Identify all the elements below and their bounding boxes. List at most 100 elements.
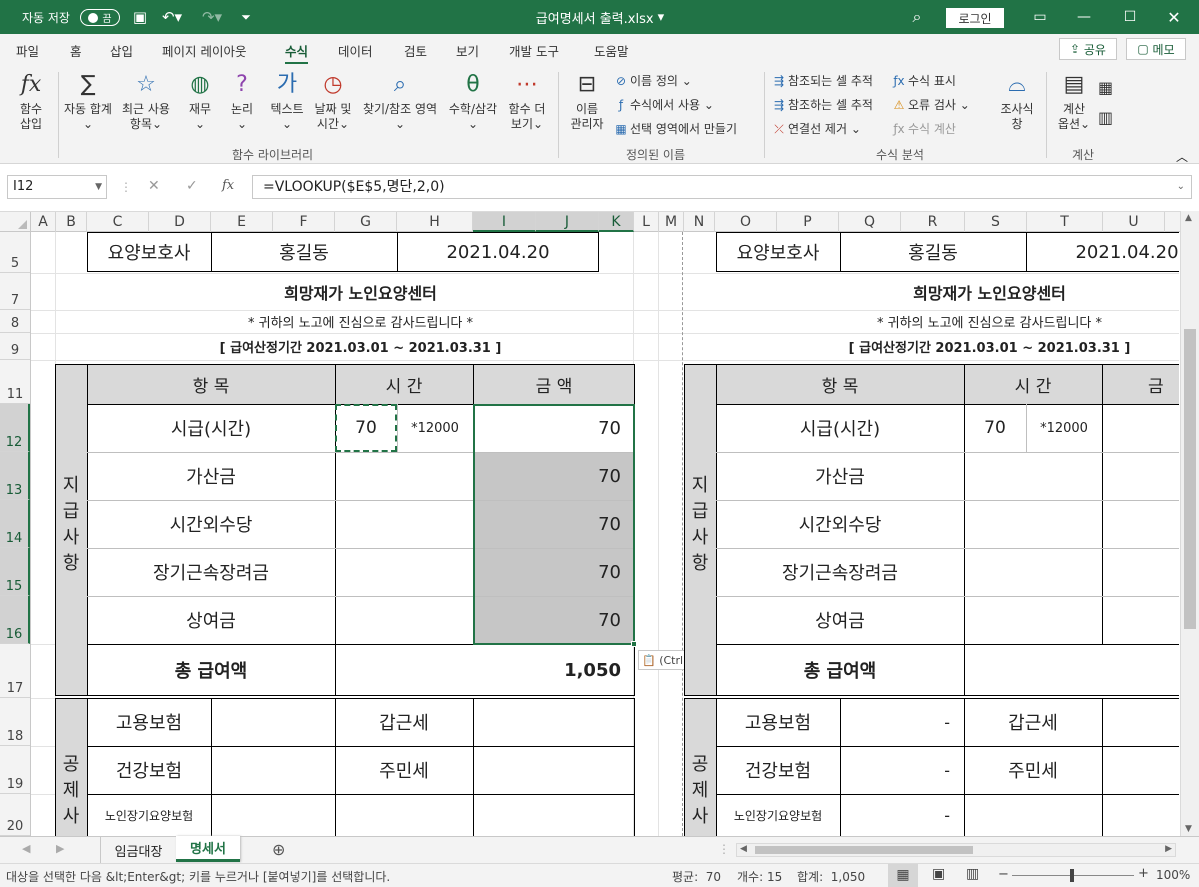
- comments-button[interactable]: ▢ 메모: [1126, 38, 1186, 60]
- status-average[interactable]: 평균: 70: [672, 868, 721, 885]
- hours-cell-copy[interactable]: 70: [964, 404, 1026, 452]
- search-icon[interactable]: ⌕: [905, 0, 929, 34]
- col-header-u[interactable]: U: [1103, 212, 1165, 232]
- ded-resident-tax-copy[interactable]: 주민세: [964, 746, 1102, 794]
- ded-long-term-care[interactable]: 노인장기요양보험: [87, 794, 211, 836]
- tab-home[interactable]: 홈: [70, 41, 82, 60]
- tab-formulas[interactable]: 수식: [285, 41, 309, 65]
- deduction-section-label[interactable]: 공제사: [55, 752, 87, 836]
- trace-precedents-button[interactable]: ⇶ 참조되는 셀 추적: [770, 72, 873, 89]
- customize-qat-icon[interactable]: ⏷: [238, 0, 254, 34]
- cell-employee-name[interactable]: 홍길동: [211, 232, 397, 272]
- tab-file[interactable]: 파일: [16, 41, 39, 60]
- formula-input[interactable]: =VLOOKUP($E$5,명단,2,0) ⌄: [252, 175, 1192, 199]
- cell-role-copy[interactable]: 요양보호사: [716, 232, 840, 272]
- error-checking-button[interactable]: ⚠ 오류 검사 ⌄: [890, 96, 970, 113]
- zoom-level[interactable]: 100%: [1156, 868, 1190, 882]
- remove-arrows-button[interactable]: ⤫ 연결선 제거 ⌄: [770, 120, 861, 137]
- pay-item-copy-4[interactable]: 장기근속장려금: [716, 548, 964, 596]
- collapse-ribbon-icon[interactable]: ︿: [1176, 148, 1188, 165]
- rate-cell[interactable]: *12000: [397, 404, 473, 452]
- more-functions-button[interactable]: ⋯ 함수 더 보기⌄: [504, 70, 550, 132]
- worksheet-grid[interactable]: 요양보호사 홍길동 2021.04.20 희망재가 노인요양센터 * 귀하의 노…: [31, 232, 1179, 836]
- insert-function-button[interactable]: fx 함수 삽입: [8, 70, 54, 132]
- header-item[interactable]: 항 목: [87, 364, 335, 404]
- define-name-button[interactable]: ⊘ 이름 정의 ⌄: [612, 72, 692, 89]
- col-header-e[interactable]: E: [211, 212, 273, 232]
- cell-role[interactable]: 요양보호사: [87, 232, 211, 272]
- fill-handle[interactable]: [631, 641, 637, 647]
- row-header-20[interactable]: 20: [0, 794, 30, 836]
- financial-button[interactable]: ◍ 재무 ⌄: [180, 70, 220, 132]
- tab-help[interactable]: 도움말: [594, 41, 629, 60]
- row-header-5[interactable]: 5: [0, 232, 30, 273]
- cell-date-copy[interactable]: 2021.04.20: [1026, 232, 1179, 272]
- cell-date[interactable]: 2021.04.20: [397, 232, 599, 272]
- ded-employment-insurance-copy[interactable]: 고용보험: [716, 698, 840, 746]
- cell-employee-name-copy[interactable]: 홍길동: [840, 232, 1026, 272]
- pay-item-copy-2[interactable]: 가산금: [716, 452, 964, 500]
- thanks-text[interactable]: * 귀하의 노고에 진심으로 감사드립니다 *: [87, 310, 634, 333]
- total-label[interactable]: 총 급여액: [87, 644, 335, 696]
- h-scroll-thumb[interactable]: [755, 846, 973, 854]
- minimize-icon[interactable]: —: [1072, 0, 1096, 34]
- autosave-toggle[interactable]: 끔: [80, 9, 120, 26]
- row-header-16[interactable]: 16: [0, 596, 30, 644]
- row-header-11[interactable]: 11: [0, 360, 30, 404]
- normal-view-icon[interactable]: ▦: [888, 864, 918, 887]
- row-header-19[interactable]: 19: [0, 746, 30, 794]
- pay-period[interactable]: [ 급여산정기간 2021.03.01 ~ 2021.03.31 ]: [87, 333, 634, 360]
- watch-window-button[interactable]: ⌓ 조사식 창: [994, 70, 1040, 132]
- zoom-slider-thumb[interactable]: [1070, 869, 1074, 882]
- row-header-12[interactable]: 12: [0, 404, 30, 452]
- ded-resident-tax[interactable]: 주민세: [335, 746, 473, 794]
- ded-health-insurance-copy[interactable]: 건강보험: [716, 746, 840, 794]
- total-amount[interactable]: 1,050: [335, 644, 635, 696]
- scroll-thumb[interactable]: [1184, 329, 1196, 629]
- ded-health-insurance[interactable]: 건강보험: [87, 746, 211, 794]
- status-sum[interactable]: 합계: 1,050: [797, 868, 865, 885]
- company-title-copy[interactable]: 희망재가 노인요양센터: [716, 273, 1179, 310]
- tab-insert[interactable]: 삽입: [110, 41, 133, 60]
- fx-icon[interactable]: fx: [222, 178, 234, 193]
- sheet-tab-statement[interactable]: 명세서: [176, 836, 240, 862]
- thanks-text-copy[interactable]: * 귀하의 노고에 진심으로 감사드립니다 *: [716, 310, 1179, 333]
- next-sheet-icon[interactable]: ▶: [56, 842, 64, 855]
- redo-icon[interactable]: ↷▾: [198, 0, 226, 34]
- deduction-section-label-copy[interactable]: 공제사: [684, 752, 716, 836]
- row-header-15[interactable]: 15: [0, 548, 30, 596]
- name-box[interactable]: I12 ▼: [7, 175, 107, 199]
- ded-employment-insurance[interactable]: 고용보험: [87, 698, 211, 746]
- pay-item-5[interactable]: 상여금: [87, 596, 335, 644]
- col-header-p[interactable]: P: [777, 212, 839, 232]
- header-time-copy[interactable]: 시 간: [964, 364, 1102, 404]
- evaluate-formula-button[interactable]: ƒx 수식 계산: [890, 120, 956, 137]
- sheet-tab-payroll[interactable]: 임금대장: [100, 837, 176, 863]
- header-amount[interactable]: 금 액: [473, 364, 635, 404]
- row-header-8[interactable]: 8: [0, 310, 30, 333]
- ded-income-tax-copy[interactable]: 갑근세: [964, 698, 1102, 746]
- calculate-sheet-icon[interactable]: ▥: [1098, 108, 1113, 127]
- create-from-selection-button[interactable]: ▦ 선택 영역에서 만들기: [612, 120, 737, 137]
- pay-section-label[interactable]: 지급사항: [55, 405, 87, 644]
- ded-value[interactable]: -: [840, 794, 964, 836]
- tab-view[interactable]: 보기: [456, 41, 479, 60]
- company-title[interactable]: 희망재가 노인요양센터: [87, 273, 634, 310]
- login-button[interactable]: 로그인: [946, 8, 1004, 28]
- rate-cell-copy[interactable]: *12000: [1026, 404, 1102, 452]
- page-break-preview-icon[interactable]: ▥: [966, 866, 979, 882]
- save-icon[interactable]: ▣: [130, 0, 150, 34]
- add-sheet-icon[interactable]: ⊕: [272, 840, 285, 859]
- pay-item-4[interactable]: 장기근속장려금: [87, 548, 335, 596]
- col-header-q[interactable]: Q: [839, 212, 901, 232]
- col-header-n[interactable]: N: [684, 212, 715, 232]
- header-amount-copy[interactable]: 금: [1148, 364, 1179, 404]
- pay-section-label-copy[interactable]: 지급사항: [684, 405, 716, 644]
- pay-period-copy[interactable]: [ 급여산정기간 2021.03.01 ~ 2021.03.31 ]: [716, 333, 1179, 360]
- col-header-i[interactable]: I: [473, 212, 536, 232]
- total-label-copy[interactable]: 총 급여액: [716, 644, 964, 696]
- ded-value[interactable]: -: [840, 698, 964, 746]
- trace-dependents-button[interactable]: ⇶ 참조하는 셀 추적: [770, 96, 873, 113]
- pay-item-copy-3[interactable]: 시간외수당: [716, 500, 964, 548]
- header-time[interactable]: 시 간: [335, 364, 473, 404]
